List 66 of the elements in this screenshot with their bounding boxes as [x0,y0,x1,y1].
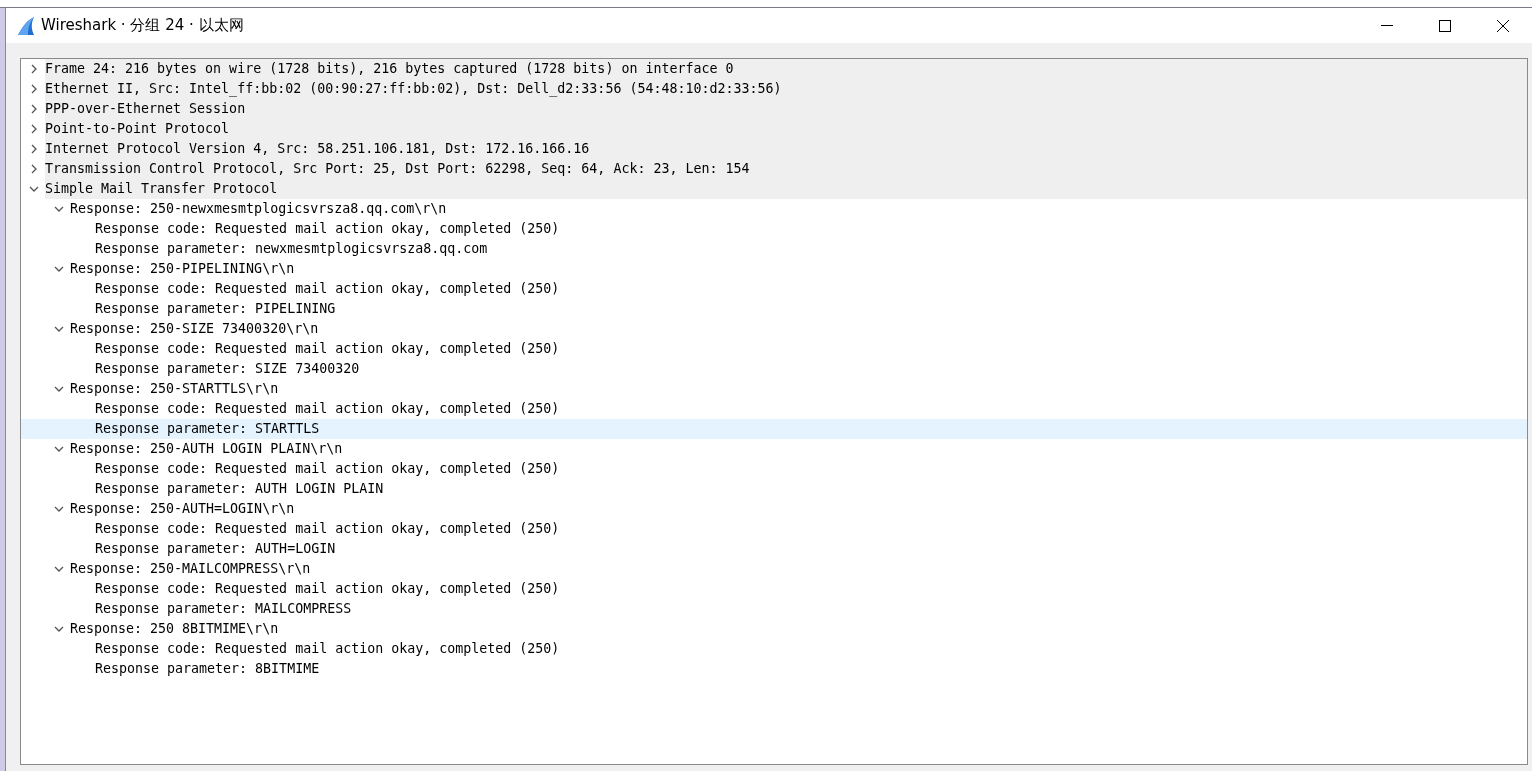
chevron-down-icon[interactable] [54,204,64,214]
tree-item-text: Response parameter: AUTH LOGIN PLAIN [95,480,384,498]
chevron-down-icon[interactable] [54,564,64,574]
tree-row[interactable]: Response parameter: STARTTLS [21,419,1527,439]
tree-row[interactable]: Response: 250-AUTH=LOGIN\r\n [21,499,1527,519]
chevron-down-icon[interactable] [54,384,64,394]
tree-row[interactable]: Response parameter: MAILCOMPRESS [21,599,1527,619]
tree-item-text: Simple Mail Transfer Protocol [45,179,278,199]
minimize-icon [1381,25,1393,26]
maximize-icon [1439,19,1451,32]
tree-row[interactable]: Response: 250 8BITMIME\r\n [21,619,1527,639]
tree-row[interactable]: Response: 250-STARTTLS\r\n [21,379,1527,399]
tree-item-text: Response parameter: AUTH=LOGIN [95,540,336,558]
tree-row[interactable]: Response parameter: AUTH LOGIN PLAIN [21,479,1527,499]
tree-row[interactable]: Response parameter: AUTH=LOGIN [21,539,1527,559]
tree-item-text: Response code: Requested mail action okay, completed (250) [95,460,560,478]
tree-item-text: Response code: Requested mail action okay, completed (250) [95,580,560,598]
tree-row[interactable]: Response parameter: newxmesmtplogicsvrsza8.qq.com [21,239,1527,259]
tree-item-text: Response code: Requested mail action okay, completed (250) [95,340,560,358]
tree-row[interactable]: Response: 250-MAILCOMPRESS\r\n [21,559,1527,579]
tree-row[interactable]: Response code: Requested mail action okay, completed (250) [21,399,1527,419]
tree-row[interactable]: Response code: Requested mail action okay, completed (250) [21,459,1527,479]
tree-row[interactable]: Response code: Requested mail action okay, completed (250) [21,519,1527,539]
tree-item-text: Response parameter: newxmesmtplogicsvrsza8.qq.com [95,240,488,258]
tree-item-text: Frame 24: 216 bytes on wire (1728 bits), 216 bytes captured (1728 bits) on interface 0 [45,59,734,79]
chevron-down-icon[interactable] [54,624,64,634]
tree-row[interactable]: Response: 250-PIPELINING\r\n [21,259,1527,279]
tree-item-text: Response: 250-STARTTLS\r\n [70,380,279,398]
tree-row[interactable]: Response parameter: SIZE 73400320 [21,359,1527,379]
tree-item-text: Response: 250-AUTH LOGIN PLAIN\r\n [70,440,343,458]
chevron-down-icon[interactable] [54,324,64,334]
tree-item-text: Response: 250-SIZE 73400320\r\n [70,320,319,338]
tree-item-text: Response: 250 8BITMIME\r\n [70,620,279,638]
tree-item-text: Response parameter: MAILCOMPRESS [95,600,352,618]
tree-row[interactable]: Response parameter: PIPELINING [21,299,1527,319]
chevron-down-icon[interactable] [54,504,64,514]
tree-row[interactable]: Response code: Requested mail action okay, completed (250) [21,579,1527,599]
tree-row[interactable]: Response: 250-SIZE 73400320\r\n [21,319,1527,339]
tree-item-text: Response: 250-newxmesmtplogicsvrsza8.qq.com\r\n [70,200,447,218]
tree-item-text: Response code: Requested mail action okay, completed (250) [95,520,560,538]
tree-item-text: Response code: Requested mail action okay, completed (250) [95,640,560,658]
tree-row[interactable]: Response code: Requested mail action okay, completed (250) [21,219,1527,239]
shark-fin-icon [16,15,36,36]
chevron-down-icon[interactable] [29,184,39,194]
tree-item-text: Response parameter: SIZE 73400320 [95,360,360,378]
tree-item-text: Response: 250-MAILCOMPRESS\r\n [70,560,311,578]
tree-item-text: Response: 250-AUTH=LOGIN\r\n [70,500,295,518]
tree-item-text: Ethernet II, Src: Intel_ff:bb:02 (00:90:27:ff:bb:02), Dst: Dell_d2:33:56 (54:48:10:d2:33:56) [45,79,782,99]
tree-item-text: Response code: Requested mail action okay, completed (250) [95,220,560,238]
tree-row[interactable]: Response: 250-newxmesmtplogicsvrsza8.qq.com\r\n [21,199,1527,219]
tree-row[interactable]: Response: 250-AUTH LOGIN PLAIN\r\n [21,439,1527,459]
tree-item-text: Transmission Control Protocol, Src Port: 25, Dst Port: 62298, Seq: 64, Ack: 23, Len: 154 [45,159,750,179]
tree-row[interactable]: Response code: Requested mail action okay, completed (250) [21,339,1527,359]
tree-item-text: Response code: Requested mail action okay, completed (250) [95,400,560,418]
tree-item-text: Response: 250-PIPELINING\r\n [70,260,295,278]
tree-item-text: Response parameter: 8BITMIME [95,660,320,678]
tree-item-text: Response parameter: PIPELINING [95,300,336,318]
chevron-down-icon[interactable] [54,264,64,274]
tree-item-text: Response code: Requested mail action okay, completed (250) [95,280,560,298]
tree-row[interactable]: Response parameter: 8BITMIME [21,659,1527,679]
close-icon [1497,19,1509,32]
tree-row[interactable]: Response code: Requested mail action okay, completed (250) [21,279,1527,299]
chevron-down-icon[interactable] [54,444,64,454]
tree-item-text: Response parameter: STARTTLS [95,420,320,438]
tree-row[interactable]: Response code: Requested mail action okay, completed (250) [21,639,1527,659]
window-title: Wireshark · 分组 24 · 以太网 [41,16,244,35]
